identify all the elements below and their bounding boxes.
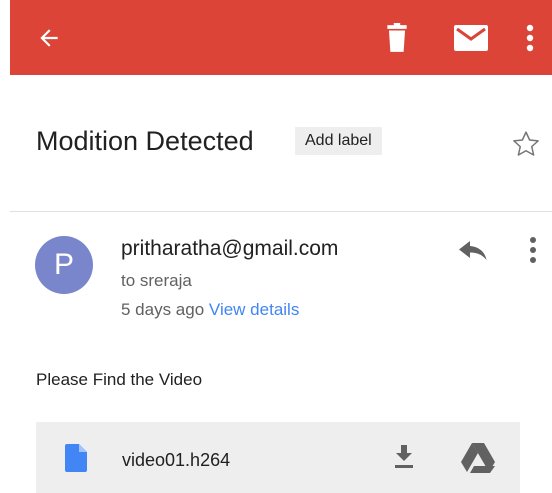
message-more-button[interactable] xyxy=(518,230,548,270)
recipient: to sreraja xyxy=(121,271,192,290)
subject-row: Modition Detected Add label xyxy=(36,118,546,168)
message-body: Please Find the Video xyxy=(36,370,203,389)
message-meta: 5 days ago View details xyxy=(121,300,299,320)
more-options-button[interactable] xyxy=(510,0,550,75)
message-time: 5 days ago xyxy=(121,300,205,319)
avatar[interactable]: P xyxy=(35,236,93,294)
reply-button[interactable] xyxy=(450,232,496,268)
app-bar xyxy=(10,0,552,75)
trash-icon xyxy=(387,22,407,52)
attachment-file-name: video01.h264 xyxy=(122,450,231,470)
drive-icon xyxy=(461,443,495,473)
add-label-button[interactable]: Add label xyxy=(295,127,382,155)
reply-icon xyxy=(459,241,487,260)
sender-email: pritharatha@gmail.com xyxy=(121,237,339,260)
attachment-card[interactable]: video01.h264 xyxy=(36,422,520,493)
back-button[interactable] xyxy=(26,0,72,75)
divider xyxy=(10,211,552,212)
view-details-link[interactable]: View details xyxy=(209,300,299,319)
more-vert-icon xyxy=(526,24,534,51)
star-outline-icon xyxy=(513,131,539,156)
arrow-back-icon xyxy=(40,28,58,47)
download-button[interactable] xyxy=(386,440,422,476)
download-icon xyxy=(395,445,413,468)
star-button[interactable] xyxy=(506,124,546,164)
save-to-drive-button[interactable] xyxy=(458,440,498,476)
message-subject: Modition Detected xyxy=(36,126,254,156)
more-vert-icon xyxy=(530,237,536,263)
delete-button[interactable] xyxy=(374,0,420,75)
mail-icon xyxy=(454,24,488,51)
file-icon xyxy=(65,444,87,472)
mark-unread-button[interactable] xyxy=(444,0,498,75)
